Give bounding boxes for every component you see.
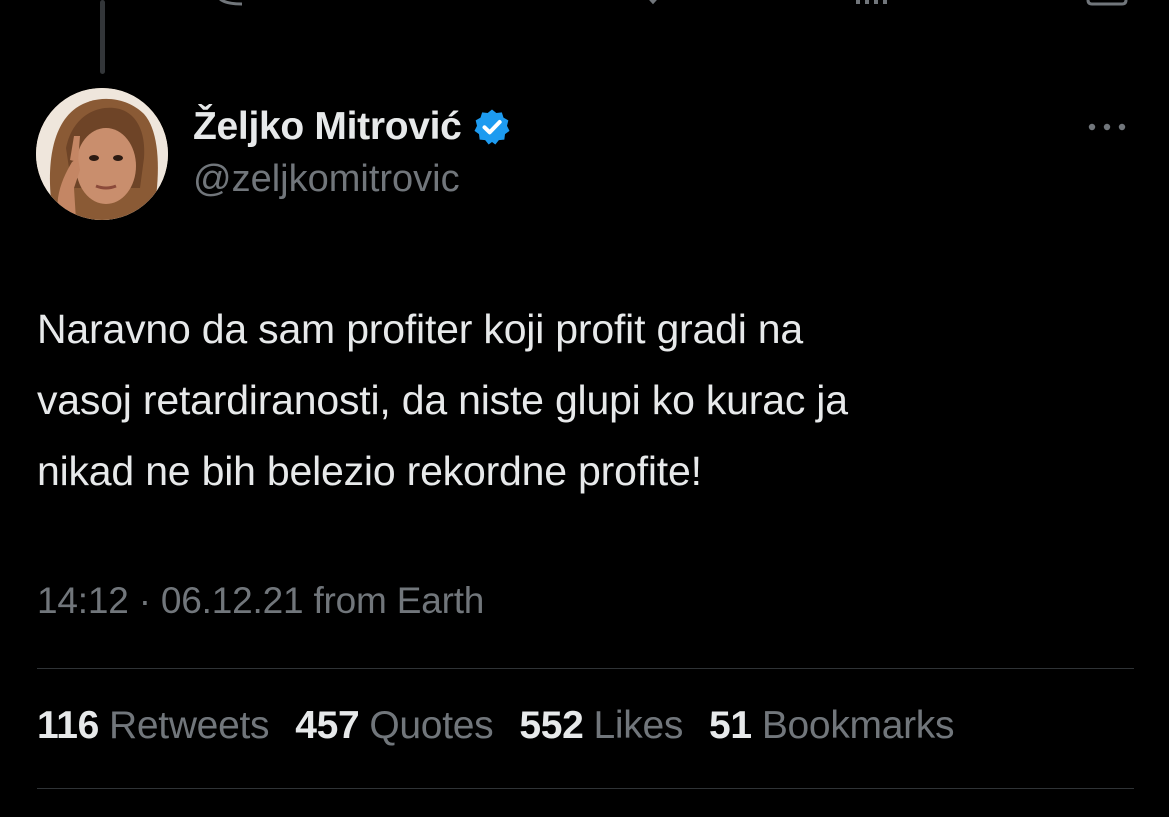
tweet-date[interactable]: 06.12.21 (161, 580, 304, 621)
tweet-meta: 14:12 · 06.12.21 from Earth (37, 580, 484, 622)
quotes-label: Quotes (369, 704, 494, 747)
thread-connector-line (100, 0, 105, 74)
bookmarks-stat[interactable]: 51 Bookmarks (709, 704, 954, 748)
retweets-label: Retweets (109, 704, 270, 747)
bookmarks-label: Bookmarks (761, 704, 955, 747)
previous-tweet-actions (0, 0, 1169, 10)
author-handle[interactable]: @zeljkomitrovic (193, 158, 460, 201)
verified-badge-icon[interactable] (472, 107, 512, 147)
likes-label: Likes (593, 704, 684, 747)
author-name-row[interactable]: Željko Mitrović (193, 102, 512, 152)
tweet-text: Naravno da sam profiter koji profit grad… (37, 294, 1137, 507)
tweet-text-line: Naravno da sam profiter koji profit grad… (37, 306, 804, 352)
divider-bottom (37, 788, 1134, 789)
tweet-stats: 116 Retweets 457 Quotes 552 Likes 51 Bookmar… (37, 704, 980, 748)
author-display-name[interactable]: Željko Mitrović (193, 105, 462, 149)
tweet-text-line: vasoj retardiranosti, da niste glupi ko … (37, 377, 848, 423)
tweet-text-line: nikad ne bih belezio rekordne profite! (37, 448, 702, 494)
meta-separator: · (138, 580, 151, 621)
quotes-stat[interactable]: 457 Quotes (295, 704, 493, 748)
views-icon[interactable] (852, 0, 892, 6)
retweet-icon[interactable] (416, 0, 450, 6)
likes-stat[interactable]: 552 Likes (519, 704, 683, 748)
retweets-count: 116 (37, 704, 100, 747)
more-icon[interactable] (1084, 112, 1130, 142)
bookmarks-count: 51 (709, 704, 752, 747)
tweet-time[interactable]: 14:12 (37, 580, 129, 621)
reply-icon[interactable] (212, 0, 246, 6)
divider-top (37, 668, 1134, 669)
quotes-count: 457 (295, 704, 360, 747)
share-icon[interactable] (1084, 0, 1130, 6)
avatar[interactable] (36, 88, 168, 220)
avatar-image (36, 88, 168, 220)
likes-count: 552 (519, 704, 584, 747)
like-icon[interactable] (636, 0, 670, 6)
tweet-source: from Earth (313, 580, 485, 621)
retweets-stat[interactable]: 116 Retweets (37, 704, 270, 748)
